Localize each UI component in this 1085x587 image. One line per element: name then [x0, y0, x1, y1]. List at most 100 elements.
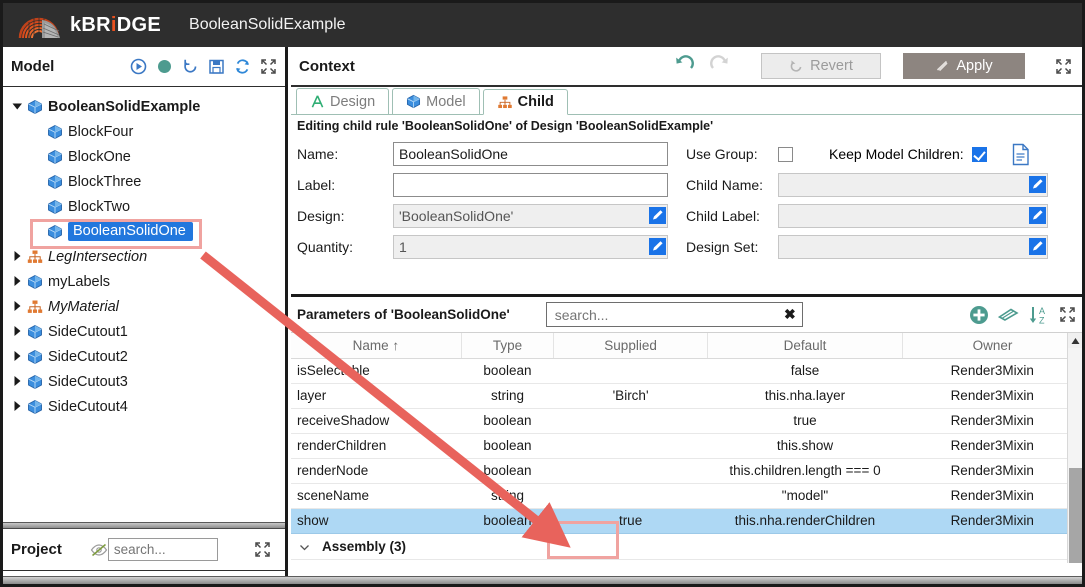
model-tree-item[interactable]: LegIntersection [3, 244, 285, 269]
scrollbar-thumb[interactable] [1069, 468, 1082, 563]
expand-icon[interactable] [260, 58, 277, 75]
table-row[interactable]: renderNode boolean this.children.length ==… [291, 458, 1082, 484]
model-tree-item[interactable]: SideCutout2 [3, 344, 285, 369]
redo-icon[interactable] [709, 55, 731, 77]
refresh-icon[interactable] [234, 58, 251, 75]
pencil-icon[interactable] [1029, 207, 1046, 224]
table-row[interactable]: renderChildren boolean this.show Render3Mix… [291, 433, 1082, 459]
child-name-input[interactable] [778, 173, 1048, 197]
table-row[interactable]: sceneName string "model" Render3Mixin [291, 483, 1082, 509]
cell-name[interactable]: receiveShadow [291, 408, 462, 434]
pencil-icon[interactable] [649, 238, 666, 255]
scroll-up-arrow-icon[interactable] [1068, 333, 1082, 348]
table-row[interactable]: receiveShadow boolean true Render3Mixin [291, 408, 1082, 434]
cell-name[interactable]: layer [291, 383, 462, 409]
caret-right-icon[interactable] [11, 300, 24, 313]
parameters-vertical-scrollbar[interactable] [1067, 333, 1082, 563]
caret-right-icon[interactable] [11, 400, 24, 413]
cell-supplied[interactable] [553, 433, 708, 459]
parameters-group-row-assembly[interactable]: Assembly (3) [291, 534, 1082, 560]
cell-name[interactable]: show [291, 508, 462, 534]
cell-owner[interactable]: Render3Mixin [902, 433, 1082, 459]
caret-right-icon[interactable] [11, 350, 24, 363]
tab-child[interactable]: Child [482, 89, 568, 115]
cell-name[interactable]: renderNode [291, 458, 462, 484]
cell-supplied[interactable] [553, 483, 708, 509]
save-icon[interactable] [208, 58, 225, 75]
model-tree-item[interactable]: BooleanSolidOne [3, 219, 285, 244]
cell-type[interactable]: string [461, 483, 554, 509]
cell-owner[interactable]: Render3Mixin [902, 408, 1082, 434]
expand-icon[interactable] [1059, 306, 1076, 323]
add-circle-icon[interactable] [969, 305, 989, 325]
cell-owner[interactable]: Render3Mixin [902, 508, 1082, 534]
expand-icon[interactable] [254, 541, 271, 558]
caret-down-icon[interactable] [11, 100, 24, 113]
tab-model[interactable]: Model [392, 88, 480, 114]
cell-default[interactable]: this.children.length === 0 [707, 458, 903, 484]
project-search-input[interactable] [107, 538, 218, 561]
cell-owner[interactable]: Render3Mixin [902, 358, 1082, 384]
document-icon[interactable] [1011, 143, 1031, 166]
cell-supplied[interactable]: 'Birch' [553, 383, 708, 409]
model-tree-item[interactable]: SideCutout3 [3, 369, 285, 394]
pencil-icon[interactable] [649, 207, 666, 224]
pencil-icon[interactable] [1029, 238, 1046, 255]
cell-supplied[interactable] [553, 408, 708, 434]
table-row[interactable]: show boolean true this.nha.renderChildren Re… [291, 508, 1082, 534]
model-tree-item[interactable]: BlockOne [3, 144, 285, 169]
cell-name[interactable]: isSelectable [291, 358, 462, 384]
cell-name[interactable]: renderChildren [291, 433, 462, 459]
caret-right-icon[interactable] [11, 275, 24, 288]
model-tree-item[interactable]: BlockThree [3, 169, 285, 194]
status-dot-icon[interactable] [156, 58, 173, 75]
model-tree-item[interactable]: BooleanSolidExample [3, 94, 285, 119]
cell-name[interactable]: sceneName [291, 483, 462, 509]
model-tree-item[interactable]: MyMaterial [3, 294, 285, 319]
model-tree-item[interactable]: SideCutout1 [3, 319, 285, 344]
cell-owner[interactable]: Render3Mixin [902, 483, 1082, 509]
cell-supplied[interactable] [553, 358, 708, 384]
revert-button[interactable]: Revert [761, 53, 881, 79]
cell-owner[interactable]: Render3Mixin [902, 458, 1082, 484]
cell-type[interactable]: string [461, 383, 554, 409]
eraser-icon[interactable] [997, 305, 1019, 325]
cell-type[interactable]: boolean [461, 508, 554, 534]
model-tree-item[interactable]: myLabels [3, 269, 285, 294]
caret-right-icon[interactable] [11, 250, 24, 263]
design-input[interactable] [393, 204, 668, 228]
cell-default[interactable]: this.show [707, 433, 903, 459]
column-header-type[interactable]: Type [461, 333, 555, 359]
undo-icon[interactable] [673, 55, 695, 77]
use-group-checkbox[interactable] [778, 146, 793, 162]
apply-button[interactable]: Apply [903, 53, 1025, 79]
cell-type[interactable]: boolean [461, 433, 554, 459]
app-logo[interactable]: kBRiDGE [17, 12, 161, 38]
model-tree-item[interactable]: BlockFour [3, 119, 285, 144]
keep-model-children-checkbox[interactable] [971, 146, 987, 162]
cell-supplied[interactable]: true [553, 508, 708, 534]
cell-type[interactable]: boolean [461, 358, 554, 384]
history-icon[interactable] [182, 58, 199, 75]
model-tree-item[interactable]: BlockTwo [3, 194, 285, 219]
parameters-search-input[interactable] [552, 305, 784, 324]
child-label-input[interactable] [778, 204, 1048, 228]
name-input[interactable] [393, 142, 668, 166]
cell-default[interactable]: false [707, 358, 903, 384]
play-circle-icon[interactable] [130, 58, 147, 75]
table-row[interactable]: isSelectable boolean false Render3Mixin [291, 358, 1082, 384]
cell-type[interactable]: boolean [461, 408, 554, 434]
cell-owner[interactable]: Render3Mixin [902, 383, 1082, 409]
expand-icon[interactable] [1055, 58, 1072, 75]
pencil-icon[interactable] [1029, 176, 1046, 193]
column-header-name[interactable]: Name ↑ [291, 333, 462, 359]
column-header-owner[interactable]: Owner [902, 333, 1082, 359]
tab-design[interactable]: Design [296, 88, 390, 114]
column-header-default[interactable]: Default [707, 333, 903, 359]
caret-right-icon[interactable] [11, 325, 24, 338]
sort-az-icon[interactable]: AZ [1028, 305, 1050, 325]
cell-default[interactable]: "model" [707, 483, 903, 509]
clear-x-icon[interactable]: ✖ [784, 306, 796, 323]
table-row[interactable]: layer string 'Birch' this.nha.layer Render3M… [291, 383, 1082, 409]
cell-default[interactable]: true [707, 408, 903, 434]
